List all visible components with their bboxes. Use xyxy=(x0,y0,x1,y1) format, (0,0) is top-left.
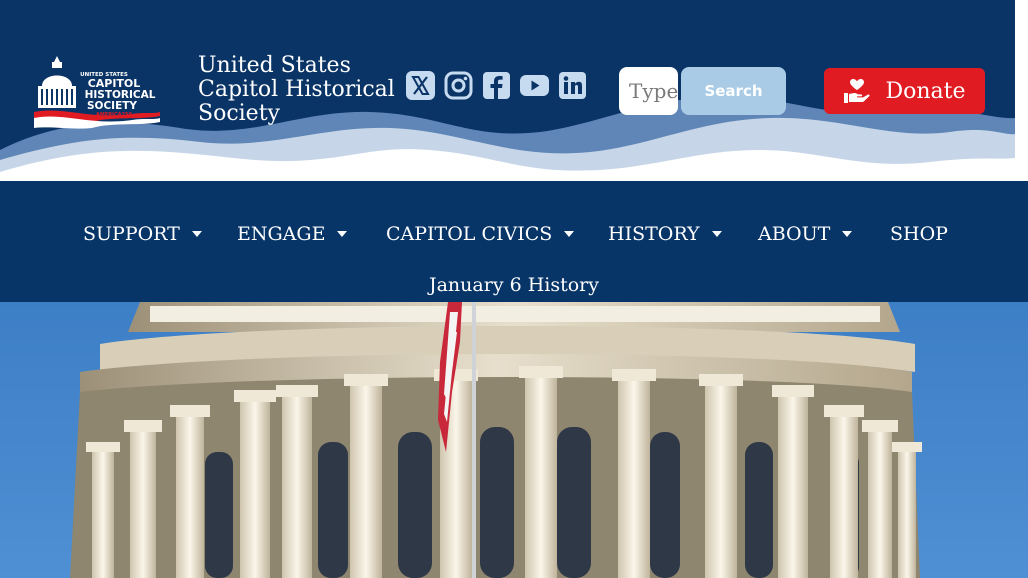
capitol-dome-illustration xyxy=(70,302,922,578)
site-title[interactable]: United States Capitol Historical Society xyxy=(198,54,398,126)
caret-down-icon xyxy=(337,231,348,237)
social-links xyxy=(405,70,588,101)
hero-image-capitol-dome xyxy=(0,302,1028,578)
nav-item-capitol-civics[interactable]: CAPITOL CIVICS xyxy=(386,223,575,245)
caret-down-icon xyxy=(842,231,853,237)
scrollbar-track[interactable] xyxy=(1015,0,1028,181)
site-header: UNITED STATES CAPITOL HISTORICAL SOCIETY… xyxy=(0,0,1028,181)
nav-item-history[interactable]: HISTORY xyxy=(608,223,722,245)
nav-item-about[interactable]: ABOUT xyxy=(758,223,853,245)
nav-item-engage[interactable]: ENGAGE xyxy=(237,223,348,245)
nav-item-label: ABOUT xyxy=(758,223,831,245)
linkedin-icon[interactable] xyxy=(557,70,588,101)
search-button[interactable]: Search xyxy=(681,67,786,115)
facebook-icon[interactable] xyxy=(481,70,512,101)
nav-item-label: HISTORY xyxy=(608,223,700,245)
nav-item-label: ENGAGE xyxy=(237,223,326,245)
logo-line4: SOCIETY xyxy=(87,100,137,112)
caret-down-icon xyxy=(564,231,575,237)
hand-heart-icon xyxy=(843,78,871,104)
donate-button[interactable]: Donate xyxy=(824,68,985,114)
x-icon[interactable] xyxy=(405,70,436,101)
nav-item-support[interactable]: SUPPORT xyxy=(83,223,202,245)
nav-item-january-6-history[interactable]: January 6 History xyxy=(0,274,1028,296)
instagram-icon[interactable] xyxy=(443,70,474,101)
caret-down-icon xyxy=(711,231,722,237)
search-input[interactable] xyxy=(619,67,678,115)
nav-item-label: SHOP xyxy=(890,223,948,245)
caret-down-icon xyxy=(191,231,202,237)
donate-label: Donate xyxy=(885,78,966,104)
nav-item-label: CAPITOL CIVICS xyxy=(386,223,553,245)
youtube-icon[interactable] xyxy=(519,70,550,101)
logo-line5: AMERICA250 xyxy=(96,112,132,118)
nav-item-label: SUPPORT xyxy=(83,223,180,245)
site-logo[interactable]: UNITED STATES CAPITOL HISTORICAL SOCIETY… xyxy=(32,52,162,130)
nav-item-shop[interactable]: SHOP xyxy=(890,223,948,245)
